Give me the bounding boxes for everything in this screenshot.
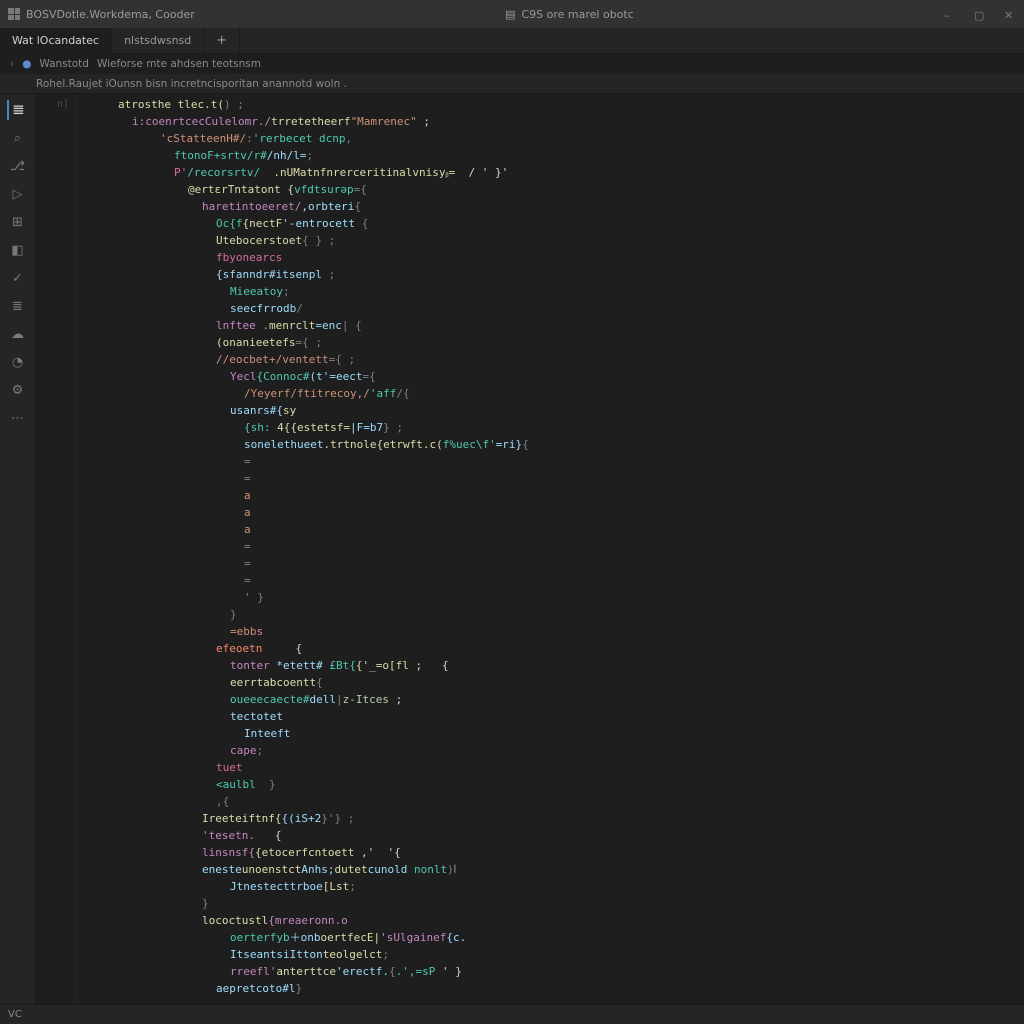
- window-titlebar: BOSVDotle.Workdema, Cooder ▤ C9S ore mar…: [0, 0, 1024, 28]
- code-line: i:coenrtcecCulelomr./trretetheerf"Mamren…: [76, 113, 1024, 130]
- editor-wrap: n] atrosthe tlec.t() ;i:coenrtcecCulelom…: [36, 94, 1024, 1004]
- breadcrumb: › ● Wanstotd Wieforse mte ahdsen teotsns…: [0, 54, 1024, 74]
- code-line: a: [76, 521, 1024, 538]
- code-line: =ebbs: [76, 623, 1024, 640]
- cloud-icon[interactable]: ☁: [8, 324, 28, 344]
- tab-add-button[interactable]: +: [204, 28, 240, 53]
- app-logo-icon: [8, 8, 20, 20]
- code-line: sonelethueet.trtnole{etrwft.c(f%uec\f'=r…: [76, 436, 1024, 453]
- code-line: (onanieetefs={ ;: [76, 334, 1024, 351]
- account-icon[interactable]: ◔: [8, 352, 28, 372]
- code-line: haretintoeeret/,orbteri{: [76, 198, 1024, 215]
- code-line: lococtustl{mreaeronn.o: [76, 912, 1024, 929]
- code-line: usanrs#{sy: [76, 402, 1024, 419]
- code-line: lnftee .menrclt=enc| {: [76, 317, 1024, 334]
- db-icon[interactable]: ≣: [8, 296, 28, 316]
- code-line: Yecl{Connoc#(t'=eect={: [76, 368, 1024, 385]
- code-line: eerrtabcoentt{: [76, 674, 1024, 691]
- main-split: 𝌆 ⌕ ⎇ ▷ ⊞ ◧ ✓ ≣ ☁ ◔ ⚙ ⋯ n] atrosthe tlec.t() ;i:coe…: [0, 94, 1024, 1004]
- dot-icon: ●: [22, 58, 31, 70]
- code-line: tuet: [76, 759, 1024, 776]
- tab-1[interactable]: nlstsdwsnsd: [112, 28, 204, 53]
- code-line: Inteeft: [76, 725, 1024, 742]
- more-icon[interactable]: ⋯: [8, 408, 28, 428]
- code-line: /Yeyerf/ftitrecoy,/'aff/{: [76, 385, 1024, 402]
- close-icon[interactable]: ✕: [1004, 9, 1014, 19]
- line-gutter: n]: [36, 94, 76, 1004]
- debug-icon[interactable]: ▷: [8, 184, 28, 204]
- code-line: {sh: 4{{estetsf=|F=b7} ;: [76, 419, 1024, 436]
- search-icon[interactable]: ⌕: [8, 128, 28, 148]
- code-line: fbyonearcs: [76, 249, 1024, 266]
- code-line: ,{: [76, 793, 1024, 810]
- chevron-right-icon: ›: [10, 58, 14, 70]
- code-line: rreefl'anterttce'erectf.{.',=sP ' }: [76, 963, 1024, 980]
- code-line: }: [76, 895, 1024, 912]
- breadcrumb-seg-2[interactable]: Wieforse mte ahdsen teotsnsm: [97, 58, 261, 70]
- code-line: Utebocerstoet{ } ;: [76, 232, 1024, 249]
- code-line: seecfrrodb/: [76, 300, 1024, 317]
- code-line: =: [76, 470, 1024, 487]
- code-line: efeoetn {: [76, 640, 1024, 657]
- code-line: =: [76, 555, 1024, 572]
- code-line: oerterfyb＋onboertfecE|'sUlgainef{c.: [76, 929, 1024, 946]
- code-line: =: [76, 453, 1024, 470]
- tab-label: Wat lOcandatec: [12, 34, 99, 47]
- maximize-icon[interactable]: ▢: [974, 9, 984, 19]
- activity-bar: 𝌆 ⌕ ⎇ ▷ ⊞ ◧ ✓ ≣ ☁ ◔ ⚙ ⋯: [0, 94, 36, 1004]
- code-line: linsnsf{{etocerfcntoett ,' '{: [76, 844, 1024, 861]
- code-line: {sfanndr#itsenpl ;: [76, 266, 1024, 283]
- code-line: atrosthe tlec.t() ;: [76, 96, 1024, 113]
- code-line: @ertɛrTntatont {vfdtsurǝp={: [76, 181, 1024, 198]
- secondary-bar-text: Rohel.Raujet iOunsn bisn incretncisporit…: [36, 78, 347, 90]
- code-line: Oc{f{nectF'-entrocett {: [76, 215, 1024, 232]
- settings-icon[interactable]: ⚙: [8, 380, 28, 400]
- code-line: }: [76, 606, 1024, 623]
- code-line: tonter *etett# £Bt{{'_=o[fl ; {: [76, 657, 1024, 674]
- code-line: P'/recorsrtv/ .nUMatnfnrerceritinalvnisy…: [76, 164, 1024, 181]
- tab-label: nlstsdwsnsd: [124, 34, 191, 47]
- code-line: <aulbl }: [76, 776, 1024, 793]
- code-line: ftonoF+srtv/r#/nh/l=;: [76, 147, 1024, 164]
- tab-row: Wat lOcandatec nlstsdwsnsd +: [0, 28, 1024, 54]
- code-line: aepretcoto#l}: [76, 980, 1024, 997]
- minimize-icon[interactable]: –: [944, 9, 954, 19]
- code-line: 'cStatteenH#/:'rerbecet dcnp,: [76, 130, 1024, 147]
- files-icon[interactable]: 𝌆: [7, 100, 27, 120]
- status-bar: VC: [0, 1004, 1024, 1024]
- test-icon[interactable]: ✓: [8, 268, 28, 288]
- code-line: enesteunoenstctAnhs;dutetcunold nonlt)⦚: [76, 861, 1024, 878]
- titlebar-left-text: BOSVDotle.Workdema, Cooder: [26, 8, 195, 21]
- tab-0[interactable]: Wat lOcandatec: [0, 28, 112, 53]
- code-line: ' }: [76, 589, 1024, 606]
- code-line: ItseantsiIttonteolgelct;: [76, 946, 1024, 963]
- code-line: =: [76, 538, 1024, 555]
- gutter-first: n]: [36, 96, 69, 113]
- code-line: =: [76, 572, 1024, 589]
- code-line: oueeecaecte#dell|z-Itces ;: [76, 691, 1024, 708]
- code-line: a: [76, 504, 1024, 521]
- scm-icon[interactable]: ⎇: [8, 156, 28, 176]
- code-line: Mieeatoy;: [76, 283, 1024, 300]
- secondary-bar: Rohel.Raujet iOunsn bisn incretncisporit…: [0, 74, 1024, 94]
- code-line: a: [76, 487, 1024, 504]
- code-line: Ireeteiftnf{{(iS+2}'} ;: [76, 810, 1024, 827]
- code-line: tectotet: [76, 708, 1024, 725]
- status-left[interactable]: VC: [8, 1009, 22, 1020]
- breadcrumb-seg-1[interactable]: Wanstotd: [39, 58, 89, 70]
- file-icon: ▤: [505, 8, 515, 21]
- code-editor[interactable]: atrosthe tlec.t() ;i:coenrtcecCulelomr./…: [76, 94, 1024, 1004]
- code-line: 'tesetn. {: [76, 827, 1024, 844]
- plus-icon: +: [216, 33, 227, 48]
- titlebar-center-text: C9S ore marel obotc: [521, 8, 633, 21]
- code-line: Jtnestecttrboe[Lst;: [76, 878, 1024, 895]
- remote-icon[interactable]: ◧: [8, 240, 28, 260]
- code-line: //eocbet+/ventett={ ;: [76, 351, 1024, 368]
- extensions-icon[interactable]: ⊞: [8, 212, 28, 232]
- code-line: cape;: [76, 742, 1024, 759]
